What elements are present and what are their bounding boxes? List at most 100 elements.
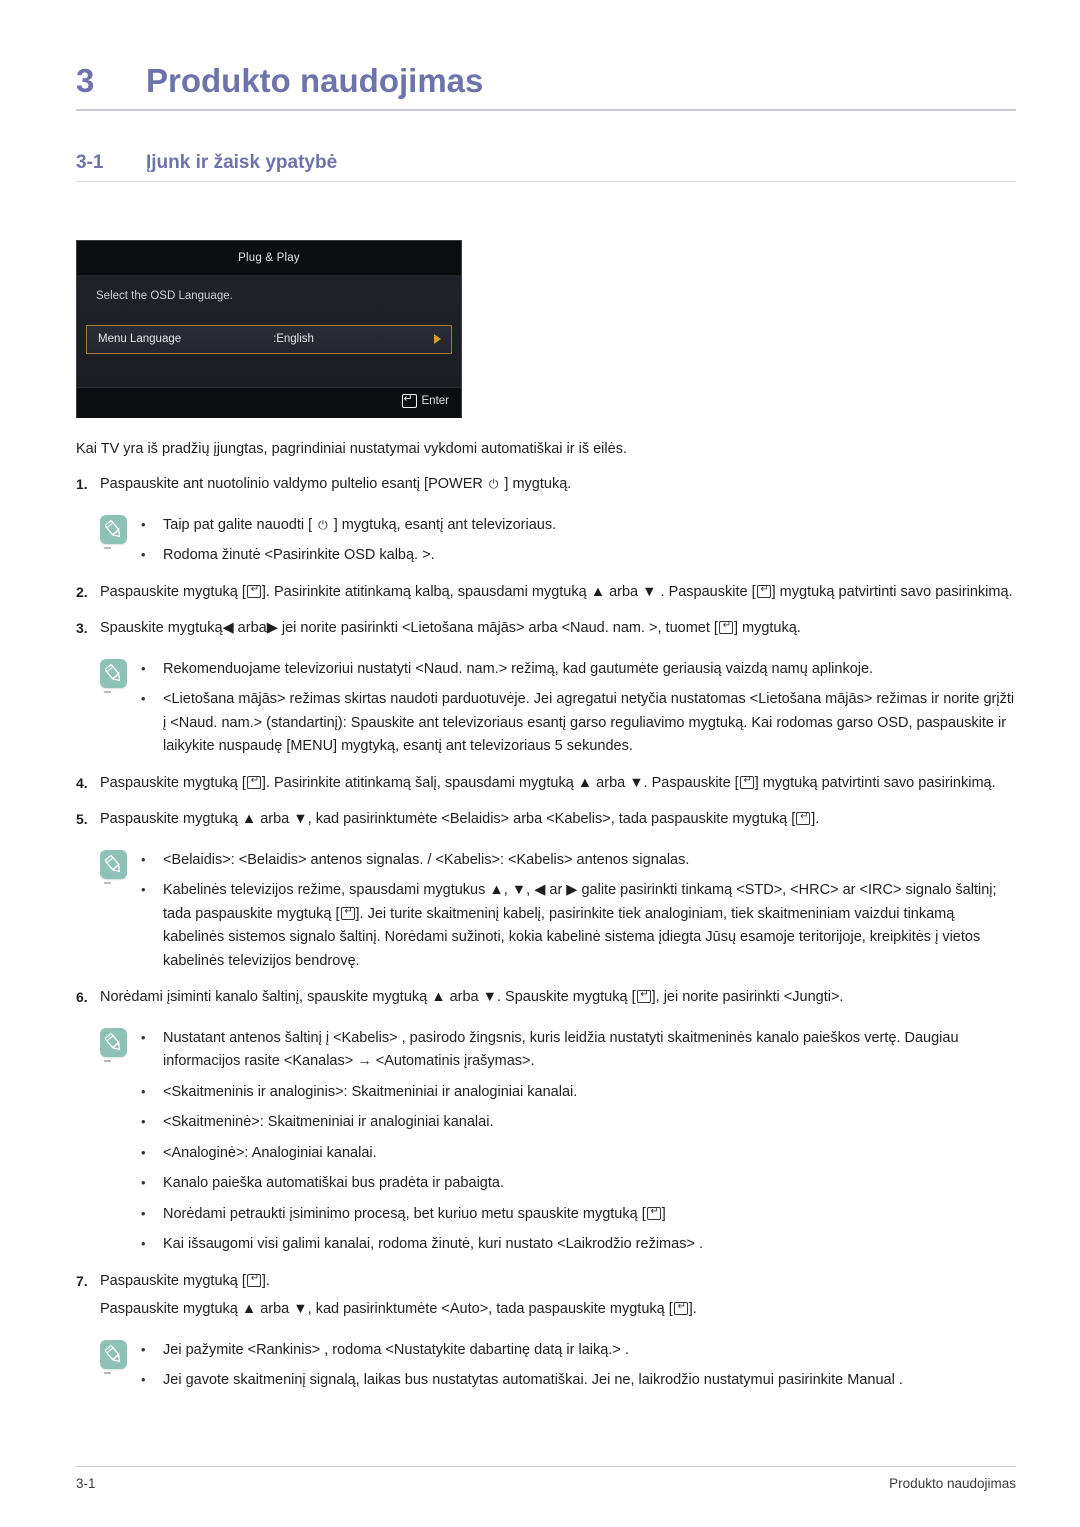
bullet-icon: • [141, 691, 146, 707]
osd-enter-label: Enter [421, 395, 450, 407]
bullet-icon: • [141, 516, 146, 532]
note-block-2: • Rekomenduojame televizoriui nustatyti … [76, 657, 1016, 759]
step-text-part: Paspauskite mygtuką ▲ arba ▼, kad pasiri… [100, 811, 796, 828]
bullet-icon: • [141, 1341, 146, 1357]
pencil-icon [100, 1027, 127, 1062]
step-text: Paspauskite mygtuką []. Paspauskite mygt… [100, 1270, 1016, 1322]
step-text-part: Paspauskite mygtuką ▲ arba ▼, kad pasiri… [100, 1301, 673, 1318]
note-block-4: • Nustatant antenos šaltinį į <Kabelis> … [76, 1026, 1016, 1257]
step-text: Spauskite mygtuką◀ arba▶ jei norite pasi… [100, 617, 1016, 640]
enter-key-icon [673, 1300, 689, 1316]
bullet-icon: • [141, 1083, 146, 1099]
step-number: 4. [76, 774, 88, 791]
note-items: • Taip pat galite nauodti [ ⏻ ] mygtuką,… [141, 513, 1016, 568]
step-text-part: ] mygtuką. [500, 476, 572, 493]
note-items: • Rekomenduojame televizoriui nustatyti … [141, 657, 1016, 759]
bullet-icon: • [141, 1175, 146, 1191]
osd-enter-hint: Enter [401, 392, 450, 408]
note-text: Taip pat galite nauodti [ ⏻ ] mygtuką, e… [163, 514, 1016, 537]
step-text-part: Paspauskite mygtuką [ [100, 1272, 246, 1289]
section-title: Įjunk ir žaisk ypatybė [146, 152, 338, 173]
step-text: Norėdami įsiminti kanalo šaltinį, spausk… [100, 986, 1016, 1009]
bullet-icon: • [141, 851, 146, 867]
enter-key-icon [401, 392, 417, 408]
step-item-2: 2. Paspauskite mygtuką []. Pasirinkite a… [76, 581, 1016, 604]
chapter-number: 3 [76, 62, 95, 99]
pencil-icon-glyph [104, 855, 120, 873]
osd-body: Select the OSD Language. Menu Language :… [77, 275, 461, 387]
note-item: • Taip pat galite nauodti [ ⏻ ] mygtuką,… [141, 514, 1016, 537]
note-items: • Nustatant antenos šaltinį į <Kabelis> … [141, 1026, 1016, 1257]
note-block-5: • Jei pažymite <Rankinis> , rodoma <Nust… [76, 1338, 1016, 1393]
pencil-icon [100, 658, 127, 693]
step-text: Paspauskite ant nuotolinio valdymo pulte… [100, 473, 1016, 496]
pencil-icon [100, 514, 127, 549]
note-text: Norėdami petraukti įsiminimo procesą, be… [163, 1203, 1016, 1226]
note-text: Jei pažymite <Rankinis> , rodoma <Nustat… [163, 1341, 629, 1358]
step-text-part: ]. Pasirinkite atitinkamą kalbą, spausda… [261, 583, 756, 600]
step-text: Paspauskite mygtuką ▲ arba ▼, kad pasiri… [100, 808, 1016, 831]
step-text-part: ] mygtuką patvirtinti savo pasirinkimą. [754, 774, 996, 791]
note-text: Kai išsaugomi visi galimi kanalai, rodom… [163, 1236, 703, 1253]
bullet-icon: • [141, 1144, 146, 1160]
step-text-part: Paspauskite mygtuką [ [100, 774, 246, 791]
note-items: • <Belaidis>: <Belaidis> antenos signala… [141, 848, 1016, 973]
osd-prompt-text: Select the OSD Language. [96, 290, 233, 302]
footer-divider [76, 1466, 1016, 1467]
step-item-7: 7. Paspauskite mygtuką []. Paspauskite m… [76, 1270, 1016, 1322]
step-text-part: ] mygtuką patvirtinti savo pasirinkimą. [771, 583, 1013, 600]
step-text-part: ]. [811, 811, 820, 828]
note-text: <Belaidis>: <Belaidis> antenos signalas.… [163, 851, 690, 868]
bullet-icon: • [141, 1205, 146, 1221]
power-icon: ⏻ [488, 477, 499, 492]
step-item-1: 1. Paspauskite ant nuotolinio valdymo pu… [76, 473, 1016, 496]
note-text: Kanalo paieška automatiškai bus pradėta … [163, 1175, 504, 1192]
bullet-icon: • [141, 547, 146, 563]
note-item: • Nustatant antenos šaltinį į <Kabelis> … [141, 1027, 1016, 1074]
note-item: • <Analoginė>: Analoginiai kanalai. [141, 1142, 1016, 1165]
note-item: • Kabelinės televizijos režime, spausdam… [141, 879, 1016, 973]
bullet-icon: • [141, 660, 146, 676]
section-divider [76, 181, 1016, 182]
osd-footer: Enter [77, 387, 461, 418]
pencil-icon [100, 849, 127, 884]
enter-key-icon [246, 774, 262, 789]
step-number: 2. [76, 583, 88, 600]
note-item: • <Skaitmeninė>: Skaitmeniniai ir analog… [141, 1111, 1016, 1134]
note-item: • <Skaitmeninis ir analoginis>: Skaitmen… [141, 1081, 1016, 1104]
note-item: • Jei pažymite <Rankinis> , rodoma <Nust… [141, 1339, 1016, 1362]
note-item: • Kanalo paieška automatiškai bus pradėt… [141, 1172, 1016, 1195]
note-item: • Rodoma žinutė <Pasirinkite OSD kalbą. … [141, 544, 1016, 567]
bullet-icon: • [141, 1029, 146, 1045]
step-number: 6. [76, 989, 88, 1006]
note-item: • Rekomenduojame televizoriui nustatyti … [141, 658, 1016, 681]
enter-key-icon [246, 583, 262, 598]
step-text-part: Paspauskite ant nuotolinio valdymo pulte… [100, 476, 487, 493]
note-block-1: • Taip pat galite nauodti [ ⏻ ] mygtuką,… [76, 513, 1016, 568]
note-item: • Kai išsaugomi visi galimi kanalai, rod… [141, 1233, 1016, 1256]
note-text: <Skaitmeninė>: Skaitmeniniai ir analogin… [163, 1114, 494, 1131]
step-text-part: ]. [261, 1272, 270, 1289]
chapter-title: Produkto naudojimas [146, 62, 484, 99]
steps-list: 1. Paspauskite ant nuotolinio valdymo pu… [76, 473, 1016, 1392]
step-number: 7. [76, 1272, 88, 1289]
pencil-icon-glyph [104, 520, 120, 538]
footer-page-number: 3-1 [76, 1476, 96, 1491]
enter-key-icon [739, 774, 755, 789]
note-text: Jei gavote skaitmeninį signalą, laikas b… [163, 1372, 903, 1389]
step-text-part: ]. Pasirinkite atitinkamą šalį, spausdam… [261, 774, 739, 791]
enter-key-icon [340, 905, 356, 920]
osd-menu-language-row[interactable]: Menu Language :English [86, 325, 452, 354]
note-text: <Lietošana mājās> režimas skirtas naudot… [163, 691, 1015, 755]
note-item: • <Lietošana mājās> režimas skirtas naud… [141, 688, 1016, 758]
step-text-part: ], jei norite pasirinkti <Jungti>. [651, 989, 844, 1006]
enter-key-icon [246, 1272, 262, 1287]
note-text: Rodoma žinutė <Pasirinkite OSD kalbą. >. [163, 547, 435, 564]
step-text-part: Norėdami įsiminti kanalo šaltinį, spausk… [100, 989, 636, 1006]
note-item: • <Belaidis>: <Belaidis> antenos signala… [141, 849, 1016, 872]
note-text: <Skaitmeninis ir analoginis>: Skaitmenin… [163, 1083, 578, 1100]
note-text-part: ] mygtuką, esantį ant televizoriaus. [329, 516, 557, 533]
note-text-part: Norėdami petraukti įsiminimo procesą, be… [163, 1205, 646, 1222]
step-item-4: 4. Paspauskite mygtuką [ ]. Pasirinkite a… [76, 772, 1016, 795]
note-text: Nustatant antenos šaltinį į <Kabelis> , … [163, 1029, 959, 1070]
